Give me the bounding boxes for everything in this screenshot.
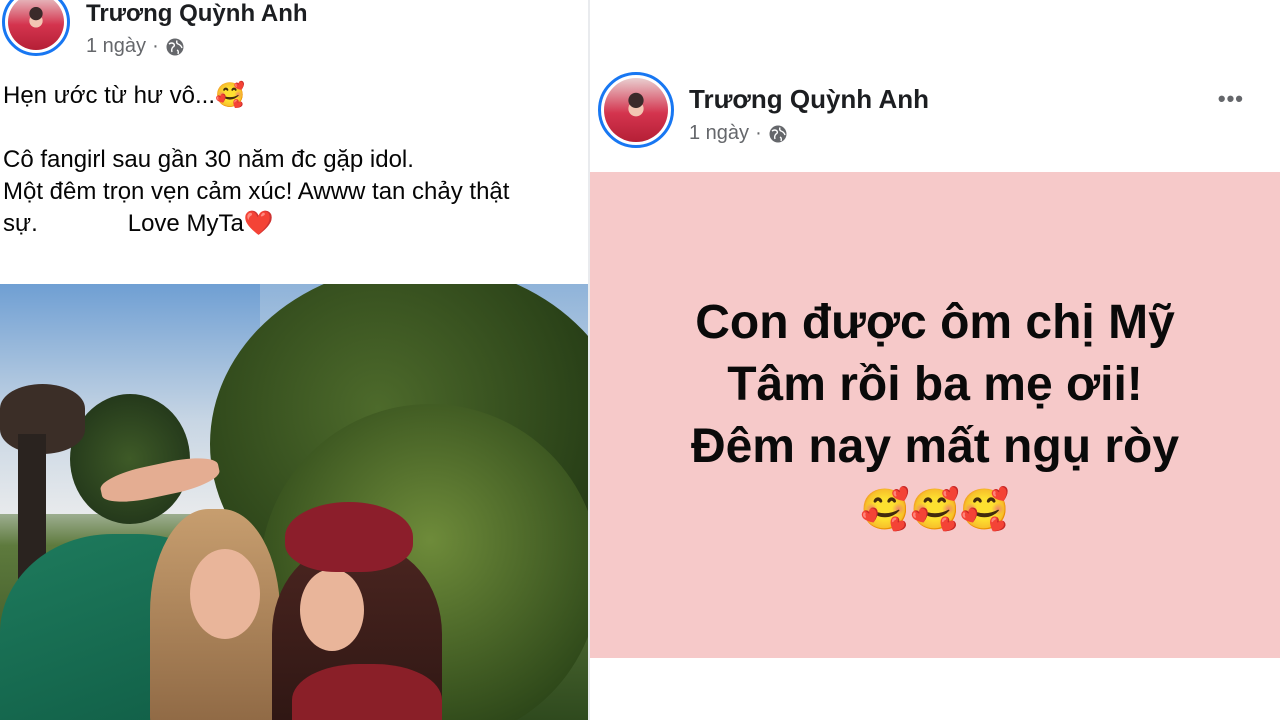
post-meta: 1 ngày · [86,35,185,58]
author-avatar[interactable] [2,0,70,56]
avatar-image [8,0,64,50]
caption-love: Love MyTa❤️ [127,210,274,237]
photo-red-coat [292,664,442,720]
photo-tree [70,394,190,524]
emoji-row: 🥰🥰🥰 [860,488,1010,532]
photo-face [300,569,364,651]
author-name[interactable]: Trương Quỳnh Anh [689,84,929,115]
background-text-post: Con được ôm chị Mỹ Tâm rồi ba mẹ ơii! Đê… [590,172,1280,658]
caption-line: Hẹn ước từ hư vô...🥰 [3,82,245,109]
caption-line: sự. Love MyTa❤️ [3,208,585,240]
background-text-line: Con được ôm chị Mỹ [695,296,1175,349]
caption-line: Một đêm trọn vẹn cảm xúc! Awww tan chảy … [3,178,510,205]
globe-icon [769,125,787,142]
post-meta: 1 ngày · [689,122,788,145]
author-avatar[interactable] [598,72,674,148]
photo-beret [285,502,413,572]
post-left: Trương Quỳnh Anh 1 ngày · Hẹn ước từ hư … [0,0,590,720]
caption-line: Cô fangirl sau gần 30 năm đc gặp idol. [3,146,414,173]
post-timestamp[interactable]: 1 ngày [689,122,749,145]
background-text-line: Tâm rồi ba mẹ ơii! [727,358,1143,411]
photo-face [190,549,260,639]
caption-text: sự. [3,210,38,237]
post-right: Trương Quỳnh Anh 1 ngày · ••• Con được ô… [590,0,1280,720]
post-timestamp[interactable]: 1 ngày [86,35,146,58]
avatar-image [604,78,668,142]
meta-separator: · [152,35,159,57]
meta-separator: · [755,122,762,144]
background-text-line: Đêm nay mất ngụ ròy [690,420,1180,473]
post-photo[interactable] [0,284,590,720]
globe-icon [166,38,184,55]
background-text: Con được ôm chị Mỹ Tâm rồi ba mẹ ơii! Đê… [625,292,1245,478]
more-options-icon[interactable]: ••• [1218,86,1244,112]
post-caption: Hẹn ước từ hư vô...🥰 Cô fangirl sau gần … [3,80,585,240]
author-name[interactable]: Trương Quỳnh Anh [86,0,308,28]
